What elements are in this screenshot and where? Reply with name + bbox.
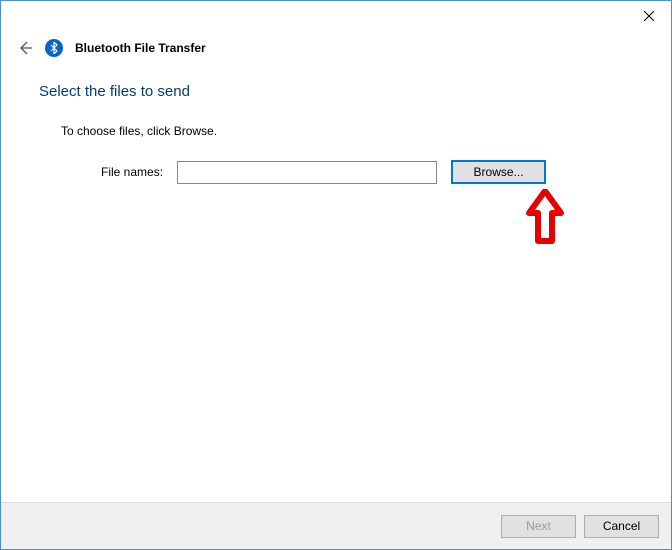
footer: Next Cancel	[1, 502, 671, 549]
titlebar	[1, 1, 671, 31]
back-button[interactable]	[17, 40, 33, 56]
file-selection-row: File names: Browse...	[101, 160, 633, 184]
bluetooth-icon	[45, 39, 63, 57]
instruction-text: To choose files, click Browse.	[61, 124, 633, 138]
content-area: Select the files to send To choose files…	[1, 71, 671, 184]
close-button[interactable]	[626, 1, 671, 31]
file-names-label: File names:	[101, 165, 163, 179]
header: Bluetooth File Transfer	[1, 31, 671, 71]
back-arrow-icon	[17, 40, 33, 56]
browse-button[interactable]: Browse...	[451, 160, 546, 184]
file-names-input[interactable]	[177, 161, 437, 184]
next-button: Next	[501, 515, 576, 538]
window-title: Bluetooth File Transfer	[75, 41, 206, 55]
page-heading: Select the files to send	[39, 83, 633, 100]
annotation-arrow-up	[525, 189, 565, 249]
cancel-button[interactable]: Cancel	[584, 515, 659, 538]
close-icon	[644, 11, 654, 21]
